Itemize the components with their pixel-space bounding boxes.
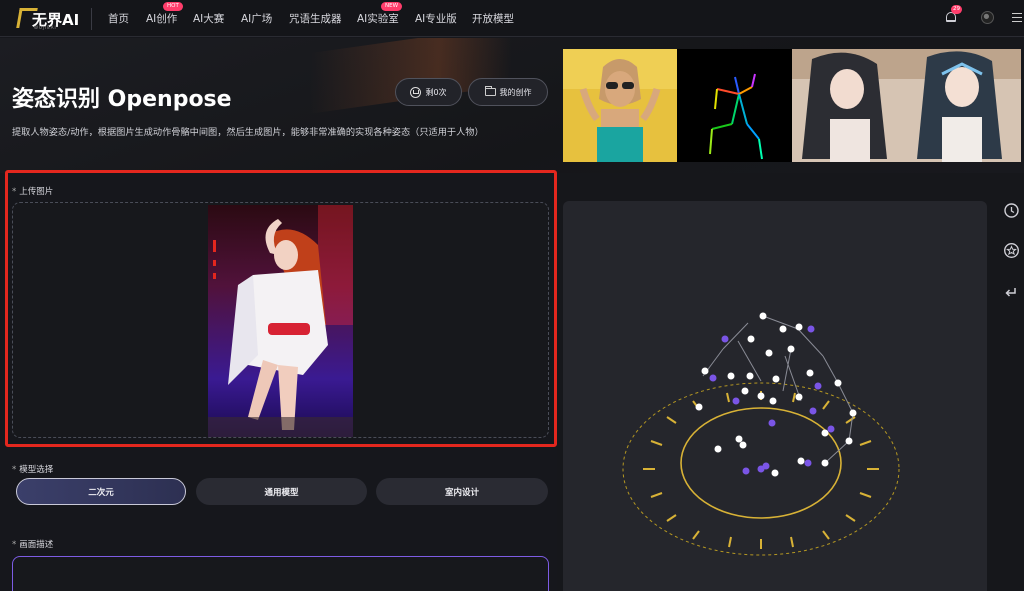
folder-icon xyxy=(484,86,496,96)
nav-item-ai-contest[interactable]: AI大赛 xyxy=(193,11,224,26)
my-works-label: 我的创作 xyxy=(499,87,532,97)
model-label: * 模型选择 xyxy=(12,465,54,475)
logo-subtext: WUJIEAI xyxy=(34,25,57,30)
top-nav: 无界AI WUJIEAI 首页 AI创作 HOT AI大赛 AI广场 咒语生成器… xyxy=(0,0,1024,37)
star-icon[interactable] xyxy=(1003,242,1020,259)
new-badge: NEW xyxy=(381,2,403,11)
nav-item-open-models[interactable]: 开放模型 xyxy=(472,11,514,26)
nav-item-home[interactable]: 首页 xyxy=(108,11,129,26)
uploaded-image xyxy=(208,205,353,437)
description-label: * 画面描述 xyxy=(12,540,54,550)
nav-item-ai-lab[interactable]: AI实验室 xyxy=(357,11,399,26)
history-icon[interactable] xyxy=(1003,202,1020,219)
nav-item-prompt-generator[interactable]: 咒语生成器 xyxy=(289,11,342,26)
sample-photo xyxy=(563,49,677,162)
nav-item-ai-create[interactable]: AI创作 xyxy=(146,11,177,26)
coin-icon xyxy=(410,86,422,98)
page-title: 姿态识别 Openpose xyxy=(12,87,232,112)
my-works-button[interactable]: 我的创作 xyxy=(468,78,548,106)
upload-label: * 上传图片 xyxy=(12,187,54,197)
page-description: 提取人物姿态/动作，根据图片生成动作骨骼中间图，然后生成图片，能够非常准确的实现… xyxy=(12,127,484,138)
pose-skeleton xyxy=(677,49,792,162)
pose-placeholder-illustration xyxy=(622,312,900,556)
notification-count: 29 xyxy=(951,5,962,14)
menu-icon[interactable] xyxy=(1012,13,1022,22)
result-preview xyxy=(563,201,987,591)
nav-item-ai-pro[interactable]: AI专业版 xyxy=(415,11,457,26)
nav-item-ai-plaza[interactable]: AI广场 xyxy=(241,11,272,26)
remaining-count-button[interactable]: 剩0次 xyxy=(395,78,462,106)
logo[interactable]: 无界AI WUJIEAI xyxy=(16,6,79,32)
model-option-general[interactable]: 通用模型 xyxy=(196,478,367,505)
remaining-count-label: 剩0次 xyxy=(425,87,447,97)
back-icon[interactable] xyxy=(1003,283,1020,300)
generated-anime-image xyxy=(792,49,1021,162)
upload-dropzone[interactable] xyxy=(12,202,549,438)
hot-badge: HOT xyxy=(163,2,183,11)
model-option-interior[interactable]: 室内设计 xyxy=(376,478,548,505)
nav-divider xyxy=(91,8,92,30)
avatar[interactable] xyxy=(981,11,994,24)
description-input[interactable] xyxy=(12,556,549,591)
model-option-anime[interactable]: 二次元 xyxy=(16,478,186,505)
